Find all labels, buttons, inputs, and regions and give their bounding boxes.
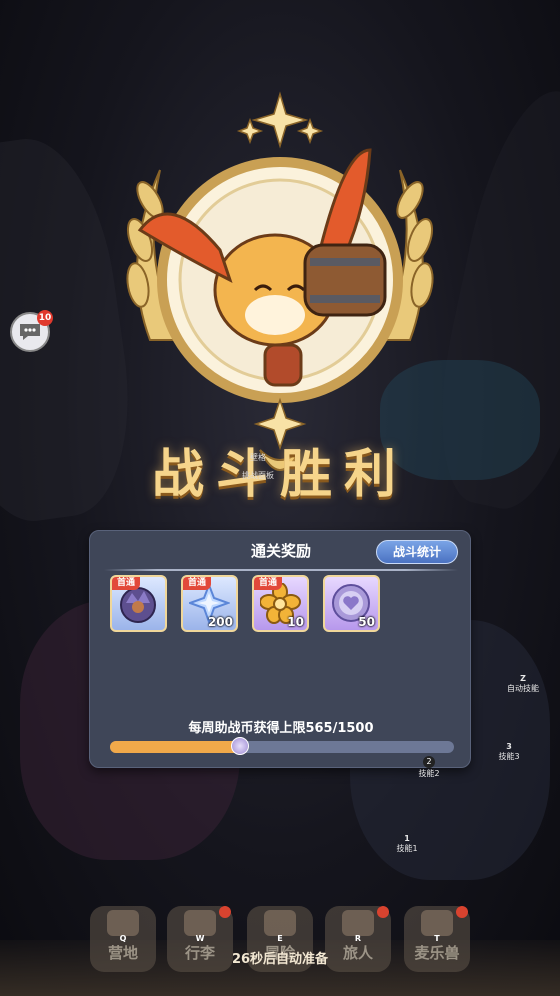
camp-icon xyxy=(107,910,139,936)
panel-divider xyxy=(104,569,458,571)
first-clear-tag: 首通 xyxy=(183,577,212,590)
first-clear-tag: 首通 xyxy=(112,577,141,590)
chat-bubble-icon xyxy=(20,324,40,340)
reward-item[interactable]: 首通 10 xyxy=(252,575,309,632)
bottom-nav: Q 营地 W 行李 E 冒险 R 旅人 T 麦乐兽 xyxy=(0,900,560,990)
auto-skill-hint[interactable]: Z 自动技能 xyxy=(506,674,540,694)
skill1-hint[interactable]: 1 技能1 xyxy=(392,834,422,854)
weekly-limit-text: 每周助战币获得上限565/1500 xyxy=(188,721,374,736)
victory-title: 战斗胜利 xyxy=(151,445,408,505)
chat-button[interactable]: 10 xyxy=(10,310,53,352)
progress-coin-icon xyxy=(230,737,249,755)
skill3-hint[interactable]: 3 技能3 xyxy=(494,742,524,762)
hint-label: 技能1 xyxy=(396,844,418,853)
reward-item[interactable]: 首通 xyxy=(110,575,167,632)
skill2-hint[interactable]: 2 技能2 xyxy=(412,756,446,779)
hint-key: 3 xyxy=(506,742,512,751)
reward-count: 200 xyxy=(207,615,233,629)
notification-dot xyxy=(456,906,468,918)
swords-icon xyxy=(264,910,296,936)
reward-item[interactable]: 50 xyxy=(323,575,380,632)
first-clear-tag: 首通 xyxy=(254,577,283,590)
overlay-label-1: 壁格 xyxy=(250,453,266,462)
battle-stats-button[interactable]: 战斗统计 xyxy=(376,540,458,564)
notification-dot xyxy=(219,906,231,918)
reward-count: 10 xyxy=(287,615,304,629)
reward-items: 首通 首通 200 首通 10 50 xyxy=(110,575,380,632)
hint-label: 技能2 xyxy=(418,769,440,778)
weekly-limit-progress-bar xyxy=(110,737,454,755)
reward-count: 50 xyxy=(358,615,375,629)
hint-key: 1 xyxy=(404,834,410,843)
hint-label: 技能3 xyxy=(498,752,520,761)
auto-ready-countdown: 26秒后自动准备 xyxy=(231,952,329,967)
progress-fill xyxy=(110,741,240,753)
overlay-label-2: 挑战面板 xyxy=(242,471,274,480)
hint-label: 自动技能 xyxy=(507,684,539,693)
reward-item[interactable]: 首通 200 xyxy=(181,575,238,632)
hint-key: 2 xyxy=(423,756,435,768)
traveler-icon xyxy=(342,910,374,936)
reward-panel: 通关奖励 战斗统计 首通 首通 200 首通 10 50 每周助战币获得上限56… xyxy=(89,530,471,768)
luggage-icon xyxy=(184,910,216,936)
beast-icon xyxy=(421,910,453,936)
hint-key: Z xyxy=(520,674,526,683)
chat-badge: 10 xyxy=(37,310,53,326)
notification-dot xyxy=(377,906,389,918)
